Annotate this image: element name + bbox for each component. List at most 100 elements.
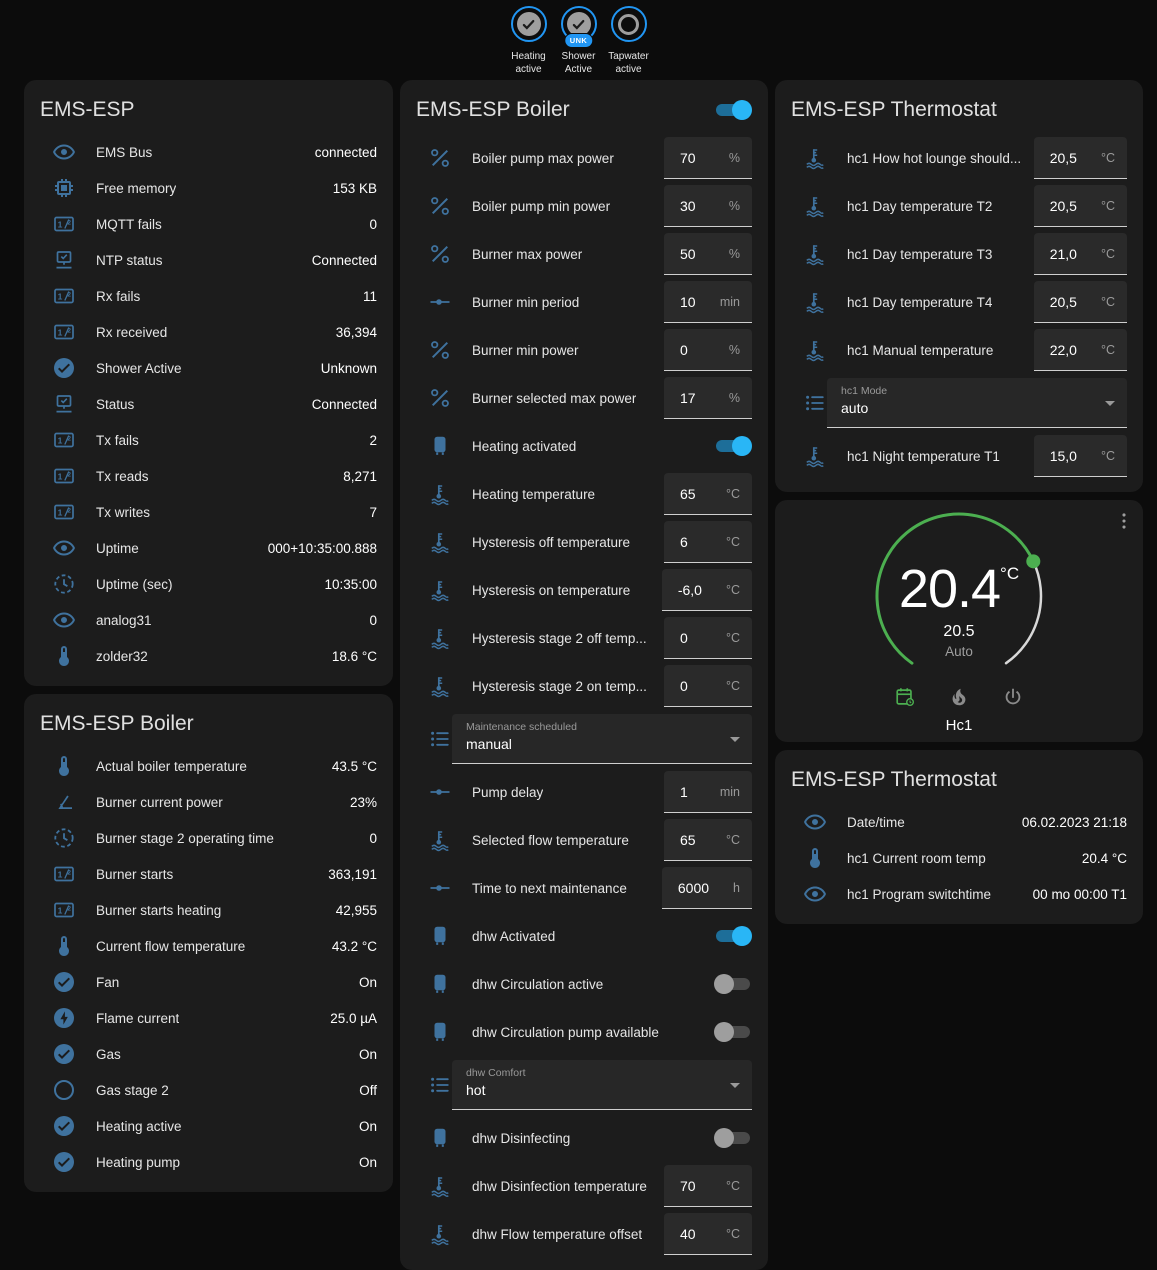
state-badge[interactable]: Tapwater active — [606, 6, 652, 76]
fire-icon[interactable] — [948, 686, 970, 708]
sensor-row[interactable]: 12Tx writes7 — [40, 494, 377, 530]
sensor-row[interactable]: FanOn — [40, 964, 377, 1000]
entity-label: Burner current power — [96, 795, 223, 810]
number-value: 0 — [680, 342, 688, 358]
card-header-toggle[interactable] — [714, 99, 752, 121]
number-input[interactable]: -6,0°C — [662, 569, 752, 611]
sensor-row[interactable]: 12Burner starts363,191 — [40, 856, 377, 892]
entity-value: 18.6 °C — [324, 649, 377, 664]
sensor-row[interactable]: Uptime000+10:35:00.888 — [40, 530, 377, 566]
number-input[interactable]: 40°C — [664, 1213, 752, 1255]
sensor-row[interactable]: Uptime (sec)10:35:00 — [40, 566, 377, 602]
toggle-switch[interactable] — [714, 1127, 752, 1149]
entity-value: 2 — [361, 433, 377, 448]
entity-value: Off — [351, 1083, 377, 1098]
number-input[interactable]: 0°C — [664, 617, 752, 659]
sensor-row[interactable]: hc1 Current room temp20.4 °C — [791, 840, 1127, 876]
sensor-row[interactable]: Shower ActiveUnknown — [40, 350, 377, 386]
number-input[interactable]: 10min — [664, 281, 752, 323]
sensor-row[interactable]: GasOn — [40, 1036, 377, 1072]
number-value: 6000 — [678, 880, 709, 896]
number-row: hc1 Night temperature T115,0°C — [791, 432, 1127, 480]
toggle-switch[interactable] — [714, 925, 752, 947]
number-input[interactable]: 70°C — [664, 1165, 752, 1207]
number-input[interactable]: 1min — [664, 771, 752, 813]
sensor-row[interactable]: zolder3218.6 °C — [40, 638, 377, 674]
dots-vertical-icon[interactable] — [1113, 510, 1135, 532]
select-field[interactable]: dhw Comforthot — [452, 1060, 752, 1110]
badge-label: Tapwater active — [606, 50, 652, 76]
coolant-temperature-icon — [803, 338, 827, 362]
number-input[interactable]: 6°C — [664, 521, 752, 563]
sensor-row[interactable]: 12Tx fails2 — [40, 422, 377, 458]
sensor-row[interactable]: 12Rx received36,394 — [40, 314, 377, 350]
sensor-row[interactable]: Current flow temperature43.2 °C — [40, 928, 377, 964]
thermostat-name: Hc1 — [775, 717, 1143, 734]
number-input[interactable]: 15,0°C — [1034, 435, 1127, 477]
select-field[interactable]: Maintenance scheduledmanual — [452, 714, 752, 764]
number-input[interactable]: 50% — [664, 233, 752, 275]
toggle-switch[interactable] — [714, 1021, 752, 1043]
select-row: hc1 Modeauto — [791, 374, 1127, 432]
sensor-row[interactable]: Burner stage 2 operating time0 — [40, 820, 377, 856]
number-input[interactable]: 6000h — [662, 867, 752, 909]
sensor-row[interactable]: EMS Busconnected — [40, 134, 377, 170]
number-input[interactable]: 0% — [664, 329, 752, 371]
calendar-clock-icon[interactable] — [894, 686, 916, 708]
svg-text:1: 1 — [58, 292, 63, 302]
power-icon[interactable] — [1002, 686, 1024, 708]
number-row: Heating temperature65°C — [416, 470, 752, 518]
number-input[interactable]: 22,0°C — [1034, 329, 1127, 371]
sensor-row[interactable]: Date/time06.02.2023 21:18 — [791, 804, 1127, 840]
sensor-row[interactable]: 12Burner starts heating42,955 — [40, 892, 377, 928]
sensor-row[interactable]: NTP statusConnected — [40, 242, 377, 278]
thermostat-dial[interactable]: 20.4°C20.5Auto — [859, 510, 1059, 678]
coolant-temperature-icon — [803, 242, 827, 266]
percent-icon — [428, 386, 452, 410]
select-value: hot — [466, 1082, 722, 1098]
number-input[interactable]: 17% — [664, 377, 752, 419]
number-input[interactable]: 20,5°C — [1034, 137, 1127, 179]
counter-icon: 12 — [52, 212, 76, 236]
number-input[interactable]: 65°C — [664, 819, 752, 861]
column-1: EMS-ESP BoilerBoiler pump max power70%Bo… — [400, 80, 768, 1270]
toggle-switch[interactable] — [714, 435, 752, 457]
number-input[interactable]: 70% — [664, 137, 752, 179]
sensor-row[interactable]: Free memory153 KB — [40, 170, 377, 206]
sensor-row[interactable]: 12Tx reads8,271 — [40, 458, 377, 494]
state-badge[interactable]: UNKShower Active — [556, 6, 602, 76]
badge-label: Shower Active — [556, 50, 602, 76]
select-field[interactable]: hc1 Modeauto — [827, 378, 1127, 428]
state-badge[interactable]: Heating active — [506, 6, 552, 76]
sensor-row[interactable]: Heating pumpOn — [40, 1144, 377, 1180]
number-input[interactable]: 30% — [664, 185, 752, 227]
sensor-row[interactable]: Flame current25.0 µA — [40, 1000, 377, 1036]
entity-label: analog31 — [96, 613, 152, 628]
sensor-row[interactable]: Actual boiler temperature43.5 °C — [40, 748, 377, 784]
sensor-row[interactable]: Burner current power23% — [40, 784, 377, 820]
number-input[interactable]: 0°C — [664, 665, 752, 707]
angle-icon — [52, 790, 76, 814]
check-circle-icon — [52, 970, 76, 994]
sensor-row[interactable]: StatusConnected — [40, 386, 377, 422]
sensor-row[interactable]: Gas stage 2Off — [40, 1072, 377, 1108]
sensor-row[interactable]: 12MQTT fails0 — [40, 206, 377, 242]
ray-vertex-icon — [428, 780, 452, 804]
number-input[interactable]: 21,0°C — [1034, 233, 1127, 275]
select-caption: hc1 Mode — [841, 385, 1097, 397]
number-input[interactable]: 65°C — [664, 473, 752, 515]
sensor-row[interactable]: 12Rx fails11 — [40, 278, 377, 314]
entity-label: hc1 Day temperature T3 — [847, 247, 992, 262]
svg-text:2: 2 — [67, 472, 71, 479]
number-input[interactable]: 20,5°C — [1034, 281, 1127, 323]
number-unit: °C — [1077, 199, 1115, 213]
sensor-row[interactable]: analog310 — [40, 602, 377, 638]
select-row: Maintenance scheduledmanual — [416, 710, 752, 768]
toggle-switch[interactable] — [714, 973, 752, 995]
eye-icon — [52, 140, 76, 164]
number-input[interactable]: 20,5°C — [1034, 185, 1127, 227]
number-row: dhw Disinfection temperature70°C — [416, 1162, 752, 1210]
sensor-row[interactable]: hc1 Program switchtime00 mo 00:00 T1 — [791, 876, 1127, 912]
number-unit: °C — [702, 535, 740, 549]
sensor-row[interactable]: Heating activeOn — [40, 1108, 377, 1144]
